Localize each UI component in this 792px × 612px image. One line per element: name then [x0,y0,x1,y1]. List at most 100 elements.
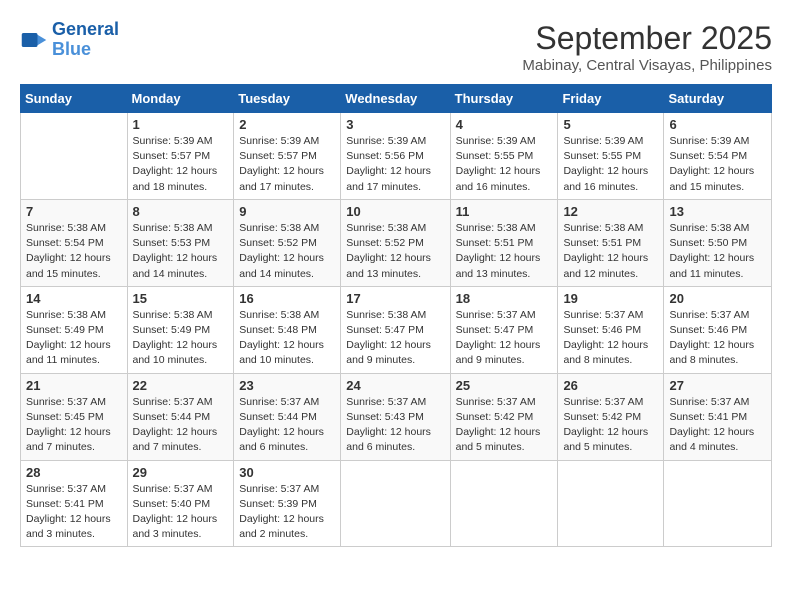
calendar-cell [21,113,128,200]
calendar-cell: 13Sunrise: 5:38 AM Sunset: 5:50 PM Dayli… [664,199,772,286]
day-number: 5 [563,117,658,132]
day-info: Sunrise: 5:38 AM Sunset: 5:47 PM Dayligh… [346,308,444,369]
logo-text: General Blue [52,20,119,60]
day-info: Sunrise: 5:37 AM Sunset: 5:42 PM Dayligh… [563,395,658,456]
day-number: 4 [456,117,553,132]
calendar-week-4: 21 Sunrise: 5:37 AM Sunset: 5:45 PM Dayli… [21,373,772,460]
day-number: 23 [239,378,335,393]
logo: General Blue [20,20,119,60]
logo-icon [20,26,48,54]
calendar-cell: 12 Sunrise: 5:38 AM Sunset: 5:51 PM Dayli… [558,199,664,286]
calendar-table: SundayMondayTuesdayWednesdayThursdayFrid… [20,84,772,547]
day-number: 20 [669,291,766,306]
day-info: Sunrise: 5:37 AM Sunset: 5:44 PM Dayligh… [133,395,229,456]
weekday-header-friday: Friday [558,85,664,113]
calendar-cell: 25 Sunrise: 5:37 AM Sunset: 5:42 PM Dayli… [450,373,558,460]
day-number: 17 [346,291,444,306]
calendar-cell: 26 Sunrise: 5:37 AM Sunset: 5:42 PM Dayli… [558,373,664,460]
day-number: 12 [563,204,658,219]
weekday-header-tuesday: Tuesday [234,85,341,113]
weekday-header-thursday: Thursday [450,85,558,113]
day-number: 21 [26,378,122,393]
calendar-week-3: 14 Sunrise: 5:38 AM Sunset: 5:49 PM Dayli… [21,286,772,373]
day-info: Sunrise: 5:37 AM Sunset: 5:43 PM Dayligh… [346,395,444,456]
day-info: Sunrise: 5:38 AM Sunset: 5:54 PM Dayligh… [26,221,122,282]
day-info: Sunrise: 5:39 AM Sunset: 5:57 PM Dayligh… [133,134,229,195]
day-info: Sunrise: 5:38 AM Sunset: 5:51 PM Dayligh… [563,221,658,282]
day-number: 25 [456,378,553,393]
day-info: Sunrise: 5:37 AM Sunset: 5:46 PM Dayligh… [563,308,658,369]
calendar-week-5: 28 Sunrise: 5:37 AM Sunset: 5:41 PM Dayli… [21,460,772,547]
day-info: Sunrise: 5:37 AM Sunset: 5:40 PM Dayligh… [133,482,229,543]
day-info: Sunrise: 5:37 AM Sunset: 5:41 PM Dayligh… [669,395,766,456]
day-number: 14 [26,291,122,306]
title-section: September 2025 Mabinay, Central Visayas,… [522,20,772,74]
calendar-cell: 21 Sunrise: 5:37 AM Sunset: 5:45 PM Dayli… [21,373,128,460]
calendar-cell: 6 Sunrise: 5:39 AM Sunset: 5:54 PM Daylig… [664,113,772,200]
calendar-cell: 30Sunrise: 5:37 AM Sunset: 5:39 PM Dayli… [234,460,341,547]
day-number: 26 [563,378,658,393]
day-info: Sunrise: 5:38 AM Sunset: 5:48 PM Dayligh… [239,308,335,369]
day-number: 30 [239,465,335,480]
weekday-header-saturday: Saturday [664,85,772,113]
calendar-cell: 1Sunrise: 5:39 AM Sunset: 5:57 PM Daylig… [127,113,234,200]
calendar-cell: 18 Sunrise: 5:37 AM Sunset: 5:47 PM Dayli… [450,286,558,373]
day-number: 9 [239,204,335,219]
calendar-cell: 9 Sunrise: 5:38 AM Sunset: 5:52 PM Daylig… [234,199,341,286]
day-info: Sunrise: 5:37 AM Sunset: 5:46 PM Dayligh… [669,308,766,369]
day-number: 6 [669,117,766,132]
day-info: Sunrise: 5:37 AM Sunset: 5:44 PM Dayligh… [239,395,335,456]
calendar-cell: 20 Sunrise: 5:37 AM Sunset: 5:46 PM Dayli… [664,286,772,373]
day-info: Sunrise: 5:39 AM Sunset: 5:55 PM Dayligh… [456,134,553,195]
day-info: Sunrise: 5:38 AM Sunset: 5:53 PM Dayligh… [133,221,229,282]
day-number: 18 [456,291,553,306]
weekday-header-monday: Monday [127,85,234,113]
location-title: Mabinay, Central Visayas, Philippines [522,57,772,74]
calendar-cell: 17 Sunrise: 5:38 AM Sunset: 5:47 PM Dayli… [341,286,450,373]
calendar-cell: 24 Sunrise: 5:37 AM Sunset: 5:43 PM Dayli… [341,373,450,460]
day-number: 7 [26,204,122,219]
day-info: Sunrise: 5:38 AM Sunset: 5:52 PM Dayligh… [239,221,335,282]
day-number: 28 [26,465,122,480]
day-info: Sunrise: 5:39 AM Sunset: 5:57 PM Dayligh… [239,134,335,195]
day-info: Sunrise: 5:38 AM Sunset: 5:49 PM Dayligh… [133,308,229,369]
day-info: Sunrise: 5:38 AM Sunset: 5:52 PM Dayligh… [346,221,444,282]
calendar-cell: 11 Sunrise: 5:38 AM Sunset: 5:51 PM Dayli… [450,199,558,286]
day-info: Sunrise: 5:38 AM Sunset: 5:50 PM Dayligh… [669,221,766,282]
day-info: Sunrise: 5:38 AM Sunset: 5:51 PM Dayligh… [456,221,553,282]
calendar-cell: 19Sunrise: 5:37 AM Sunset: 5:46 PM Dayli… [558,286,664,373]
day-info: Sunrise: 5:37 AM Sunset: 5:45 PM Dayligh… [26,395,122,456]
day-number: 11 [456,204,553,219]
calendar-cell: 5 Sunrise: 5:39 AM Sunset: 5:55 PM Daylig… [558,113,664,200]
day-number: 22 [133,378,229,393]
weekday-header-row: SundayMondayTuesdayWednesdayThursdayFrid… [21,85,772,113]
day-info: Sunrise: 5:37 AM Sunset: 5:41 PM Dayligh… [26,482,122,543]
calendar-cell: 15 Sunrise: 5:38 AM Sunset: 5:49 PM Dayli… [127,286,234,373]
day-info: Sunrise: 5:37 AM Sunset: 5:47 PM Dayligh… [456,308,553,369]
calendar-cell: 8 Sunrise: 5:38 AM Sunset: 5:53 PM Daylig… [127,199,234,286]
month-title: September 2025 [522,20,772,57]
calendar-cell [558,460,664,547]
calendar-cell: 7 Sunrise: 5:38 AM Sunset: 5:54 PM Daylig… [21,199,128,286]
day-info: Sunrise: 5:39 AM Sunset: 5:55 PM Dayligh… [563,134,658,195]
day-number: 29 [133,465,229,480]
calendar-cell: 29 Sunrise: 5:37 AM Sunset: 5:40 PM Dayli… [127,460,234,547]
calendar-cell: 28 Sunrise: 5:37 AM Sunset: 5:41 PM Dayli… [21,460,128,547]
weekday-header-wednesday: Wednesday [341,85,450,113]
day-number: 24 [346,378,444,393]
calendar-cell: 16 Sunrise: 5:38 AM Sunset: 5:48 PM Dayli… [234,286,341,373]
day-number: 15 [133,291,229,306]
day-number: 16 [239,291,335,306]
day-info: Sunrise: 5:37 AM Sunset: 5:42 PM Dayligh… [456,395,553,456]
calendar-week-1: 1Sunrise: 5:39 AM Sunset: 5:57 PM Daylig… [21,113,772,200]
day-number: 8 [133,204,229,219]
calendar-cell: 10Sunrise: 5:38 AM Sunset: 5:52 PM Dayli… [341,199,450,286]
calendar-cell [450,460,558,547]
calendar-week-2: 7 Sunrise: 5:38 AM Sunset: 5:54 PM Daylig… [21,199,772,286]
weekday-header-sunday: Sunday [21,85,128,113]
calendar-cell [341,460,450,547]
calendar-cell: 23 Sunrise: 5:37 AM Sunset: 5:44 PM Dayli… [234,373,341,460]
calendar-cell: 14Sunrise: 5:38 AM Sunset: 5:49 PM Dayli… [21,286,128,373]
day-info: Sunrise: 5:39 AM Sunset: 5:54 PM Dayligh… [669,134,766,195]
calendar-cell: 27Sunrise: 5:37 AM Sunset: 5:41 PM Dayli… [664,373,772,460]
